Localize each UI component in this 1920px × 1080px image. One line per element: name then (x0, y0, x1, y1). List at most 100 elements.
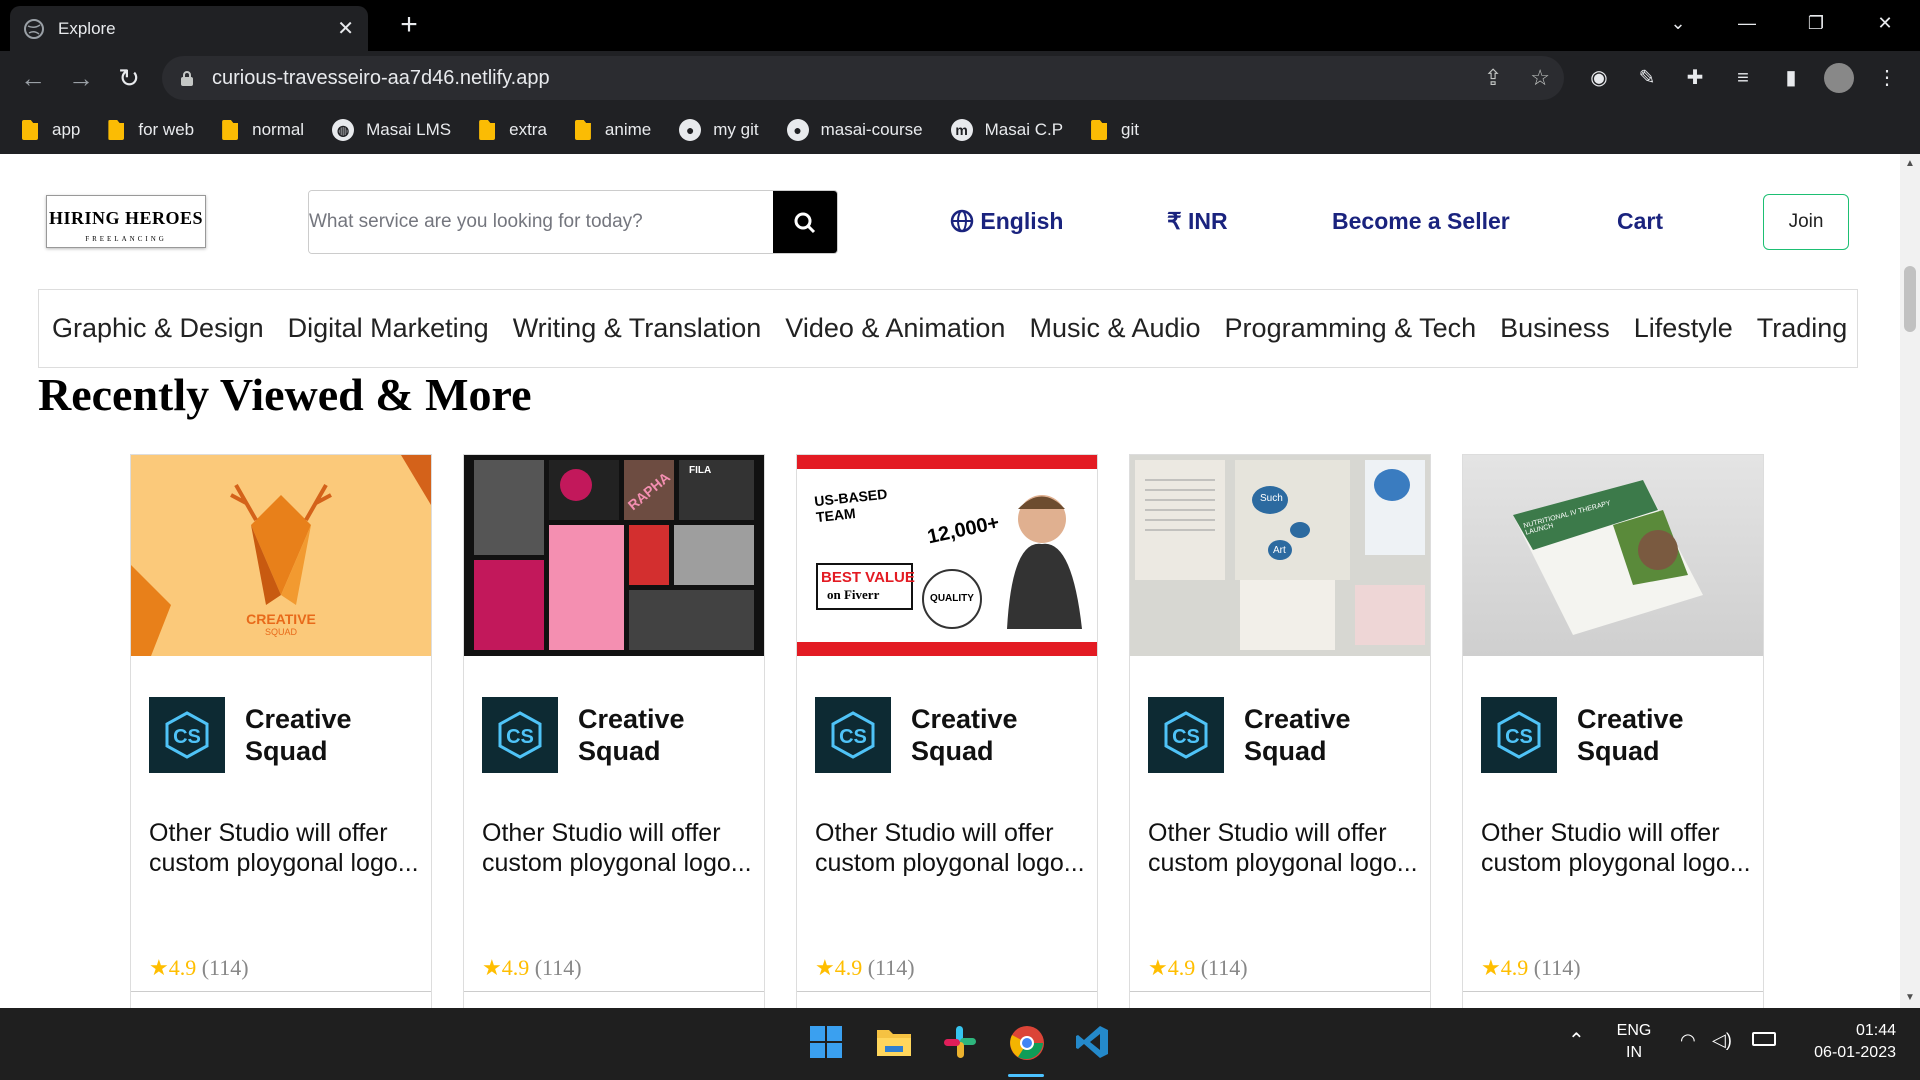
bookmark-item[interactable]: anime (574, 120, 651, 140)
clock[interactable]: 01:44 06-01-2023 (1796, 1022, 1896, 1062)
reload-icon[interactable]: ↻ (112, 61, 146, 95)
show-hidden-icons-icon[interactable]: ⌃ (1568, 1028, 1585, 1053)
join-button[interactable]: Join (1763, 194, 1849, 250)
volume-icon[interactable]: ◁) (1712, 1030, 1732, 1051)
minimize-icon[interactable]: — (1727, 6, 1767, 40)
search-icon (794, 212, 816, 234)
profile-avatar[interactable] (1824, 63, 1854, 93)
star-icon: ★ (149, 955, 169, 980)
close-window-icon[interactable]: ✕ (1865, 6, 1905, 40)
slack-icon[interactable] (942, 1024, 982, 1064)
bookmark-item[interactable]: extra (479, 120, 547, 140)
extension-icon[interactable]: ◉ (1584, 63, 1614, 93)
become-seller-link[interactable]: Become a Seller (1332, 208, 1510, 235)
bookmark-item[interactable]: ● masai-course (786, 119, 923, 141)
star-icon: ★ (482, 955, 502, 980)
start-icon[interactable] (808, 1024, 848, 1064)
thumb-subtext: Art (1273, 545, 1286, 556)
category-item[interactable]: Music & Audio (1029, 313, 1200, 344)
seller-avatar: CS (1148, 697, 1224, 773)
new-tab-button[interactable]: + (392, 8, 426, 42)
vscode-icon[interactable] (1074, 1024, 1114, 1064)
language-indicator[interactable]: ENG IN (1612, 1022, 1656, 1062)
svg-text:CS: CS (1505, 726, 1533, 748)
forward-icon[interactable]: → (64, 61, 98, 95)
bookmark-item[interactable]: for web (108, 120, 194, 140)
divider (131, 991, 431, 992)
media-icon[interactable]: ≡ (1728, 63, 1758, 93)
cart-link[interactable]: Cart (1617, 208, 1663, 235)
gig-card[interactable]: US-BASED TEAM 12,000+ BEST VALUE on Five… (796, 454, 1098, 1008)
address-bar[interactable]: curious-travesseiro-aa7d46.netlify.app ⇪… (162, 56, 1564, 100)
star-icon: ★ (1481, 955, 1501, 980)
gig-description[interactable]: Other Studio will offer custom ploygonal… (482, 818, 752, 878)
file-explorer-icon[interactable] (875, 1024, 915, 1064)
side-panel-icon[interactable]: ▮ (1776, 63, 1806, 93)
seller-name[interactable]: Creative Squad (245, 703, 365, 767)
folder-icon (1091, 120, 1108, 140)
scroll-down-icon[interactable]: ▼ (1905, 992, 1915, 1003)
url-text: curious-travesseiro-aa7d46.netlify.app (212, 66, 550, 89)
page-scrollbar[interactable]: ▲ ▼ (1900, 154, 1920, 1008)
puzzle-icon[interactable]: ✚ (1680, 63, 1710, 93)
wifi-icon[interactable]: ◠ (1680, 1030, 1696, 1051)
category-item[interactable]: Writing & Translation (513, 313, 762, 344)
bookmark-star-icon[interactable]: ☆ (1530, 65, 1550, 91)
category-item[interactable]: Programming & Tech (1225, 313, 1477, 344)
restore-icon[interactable]: ❐ (1796, 6, 1836, 40)
active-app-indicator (1008, 1074, 1044, 1077)
site-logo[interactable]: HIRING HEROES FREELANCING (46, 195, 206, 248)
seller-name[interactable]: Creative Squad (578, 703, 698, 767)
gig-description[interactable]: Other Studio will offer custom ploygonal… (815, 818, 1085, 878)
back-icon[interactable]: ← (16, 61, 50, 95)
category-item[interactable]: Graphic & Design (52, 313, 264, 344)
folder-icon (479, 120, 496, 140)
category-item[interactable]: Video & Animation (785, 313, 1005, 344)
seller-name[interactable]: Creative Squad (1244, 703, 1364, 767)
gig-card[interactable]: CREATIVE SQUAD CS Creative Squad Other S… (130, 454, 432, 1008)
bookmark-item[interactable]: app (22, 120, 80, 140)
scrollbar-thumb[interactable] (1904, 266, 1916, 332)
search-button[interactable] (773, 191, 837, 253)
section-title: Recently Viewed & More (38, 369, 532, 420)
m-icon: m (950, 119, 973, 141)
bookmark-item[interactable]: ◍ Masai LMS (332, 119, 451, 141)
category-item[interactable]: Business (1500, 313, 1610, 344)
browser-tab[interactable]: Explore ✕ (10, 6, 368, 51)
thumb-subtext: SQUAD (264, 627, 297, 637)
gig-card[interactable]: RAPHA FILA CS Creative Squad Other Studi… (463, 454, 765, 1008)
star-icon: ★ (815, 955, 835, 980)
currency-link[interactable]: ₹ INR (1167, 208, 1228, 235)
bookmark-item[interactable]: git (1091, 120, 1139, 140)
gig-description[interactable]: Other Studio will offer custom ploygonal… (1148, 818, 1418, 878)
extension-pen-icon[interactable]: ✎ (1632, 63, 1662, 93)
bookmark-item[interactable]: m Masai C.P (950, 119, 1063, 141)
language-link[interactable]: English (950, 208, 1063, 235)
bookmark-item[interactable]: ● my git (679, 119, 759, 141)
search-input[interactable] (309, 191, 773, 253)
chrome-icon[interactable] (1008, 1024, 1048, 1064)
seller-name[interactable]: Creative Squad (1577, 703, 1697, 767)
seller-name[interactable]: Creative Squad (911, 703, 1031, 767)
category-item[interactable]: Trading (1757, 313, 1848, 344)
category-item[interactable]: Digital Marketing (288, 313, 489, 344)
menu-icon[interactable]: ⋮ (1872, 63, 1902, 93)
bookmark-item[interactable]: normal (222, 120, 304, 140)
scroll-up-icon[interactable]: ▲ (1905, 158, 1915, 169)
gig-rating: ★4.9 (114) (1481, 955, 1581, 980)
share-icon[interactable]: ⇪ (1484, 65, 1502, 91)
battery-icon[interactable] (1752, 1032, 1776, 1046)
svg-text:CS: CS (506, 726, 534, 748)
gig-description[interactable]: Other Studio will offer custom ploygonal… (149, 818, 419, 878)
github-icon: ● (679, 119, 702, 141)
svg-text:CS: CS (173, 726, 201, 748)
gig-card[interactable]: Such Art CS Creative Squad Other Studio … (1129, 454, 1431, 1008)
gig-card[interactable]: NUTRITIONAL IV THERAPY LAUNCH CS Creativ… (1462, 454, 1764, 1008)
close-tab-icon[interactable]: ✕ (337, 16, 354, 41)
thumb-text: CREATIVE (246, 611, 316, 627)
seller-info: CS Creative Squad (482, 697, 698, 773)
tab-search-icon[interactable]: ⌄ (1658, 6, 1698, 40)
star-icon: ★ (1148, 955, 1168, 980)
gig-description[interactable]: Other Studio will offer custom ploygonal… (1481, 818, 1751, 878)
category-item[interactable]: Lifestyle (1634, 313, 1733, 344)
